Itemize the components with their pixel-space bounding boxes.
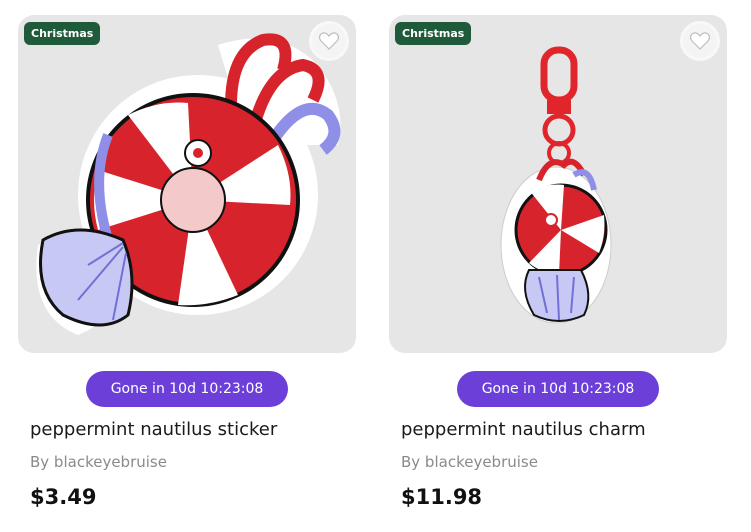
heart-icon: [319, 32, 339, 50]
charm-image: [500, 46, 612, 324]
product-image-container[interactable]: Christmas: [18, 15, 356, 353]
favorite-button[interactable]: [683, 24, 717, 58]
product-title[interactable]: peppermint nautilus charm: [401, 419, 646, 440]
product-title[interactable]: peppermint nautilus sticker: [30, 419, 277, 440]
product-price: $11.98: [401, 485, 483, 509]
product-author[interactable]: By blackeyebruise: [30, 453, 167, 471]
product-price: $3.49: [30, 485, 97, 509]
sticker-image: [36, 33, 341, 335]
product-card[interactable]: Christmas Gone in 10d 10:23:08 peppermin…: [389, 15, 727, 509]
product-image-container[interactable]: Christmas: [389, 15, 727, 353]
countdown-badge: Gone in 10d 10:23:08: [86, 371, 288, 407]
product-author[interactable]: By blackeyebruise: [401, 453, 538, 471]
favorite-button[interactable]: [312, 24, 346, 58]
product-card[interactable]: Christmas Gone in 10d 10:23:08 peppermin…: [18, 15, 356, 509]
countdown-badge: Gone in 10d 10:23:08: [457, 371, 659, 407]
category-tag: Christmas: [395, 22, 472, 45]
category-tag: Christmas: [24, 22, 101, 45]
heart-icon: [690, 32, 710, 50]
